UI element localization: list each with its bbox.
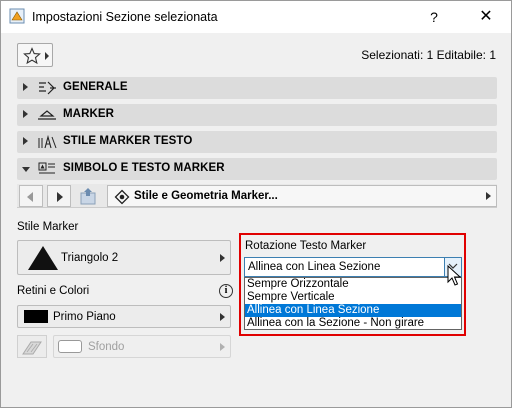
arrow-right-icon (57, 192, 63, 202)
rotation-options-list: Sempre Orizzontale Sempre Verticale Alli… (244, 277, 462, 330)
triangle-marker-icon (28, 246, 58, 270)
rotation-option-orizzontale[interactable]: Sempre Orizzontale (245, 278, 461, 291)
expand-arrow-icon (23, 83, 28, 91)
background-transparency-toggle[interactable] (17, 335, 47, 358)
panel-simbolo-testo-marker[interactable]: SIMBOLO E TESTO MARKER (17, 158, 497, 180)
marker-style-button[interactable]: Triangolo 2 (17, 240, 231, 275)
rotation-heading: Rotazione Testo Marker (245, 240, 367, 252)
panel-label: MARKER (63, 108, 115, 120)
info-icon[interactable]: i (219, 284, 233, 298)
panel-label: GENERALE (63, 81, 128, 93)
mouse-cursor-icon (447, 265, 461, 286)
collapse-arrow-icon (22, 167, 30, 172)
expand-arrow-icon (23, 137, 28, 145)
pens-colors-heading: Retini e Colori (17, 285, 90, 297)
marker-style-heading: Stile Marker (17, 221, 79, 233)
background-pen-button[interactable]: Sfondo (53, 335, 231, 358)
star-icon (23, 47, 41, 65)
general-settings-icon (39, 81, 56, 95)
page-jump-icon (80, 188, 96, 205)
panel-label: STILE MARKER TESTO (63, 135, 193, 147)
next-page-button[interactable] (47, 185, 71, 207)
selection-info: Selezionati: 1 Editabile: 1 (361, 48, 496, 62)
page-navigation-bar: Stile e Geometria Marker... (17, 184, 497, 208)
marker-style-value: Triangolo 2 (61, 252, 119, 264)
favorites-button[interactable] (17, 43, 53, 67)
expand-arrow-icon (23, 110, 28, 118)
close-button[interactable]: ✕ (471, 5, 501, 29)
rotation-combobox[interactable]: Allinea con Linea Sezione (244, 257, 462, 277)
page-selector[interactable]: Stile e Geometria Marker... (107, 185, 497, 207)
dropdown-arrow-icon (220, 313, 225, 321)
marker-icon (38, 110, 56, 120)
foreground-pen-label: Primo Piano (53, 311, 116, 323)
panel-label: SIMBOLO E TESTO MARKER (63, 162, 225, 174)
panel-stile-marker-testo[interactable]: STILE MARKER TESTO (17, 131, 497, 153)
page-selector-label: Stile e Geometria Marker... (134, 190, 278, 202)
page-jump-button[interactable] (77, 186, 101, 206)
symbol-text-icon (38, 162, 55, 174)
text-style-icon (38, 134, 57, 149)
title-bar[interactable]: Impostazioni Sezione selezionata ? ✕ (1, 1, 511, 33)
background-color-swatch (58, 340, 82, 353)
dialog-window: Impostazioni Sezione selezionata ? ✕ Sel… (0, 0, 512, 408)
panel-generale[interactable]: GENERALE (17, 77, 497, 99)
geometry-icon (114, 189, 130, 205)
app-icon (9, 8, 25, 24)
fill-pattern-icon (22, 341, 42, 355)
window-title: Impostazioni Sezione selezionata (32, 10, 218, 24)
panel-marker[interactable]: MARKER (17, 104, 497, 126)
rotation-option-non-girare[interactable]: Allinea con la Sezione - Non girare (245, 317, 461, 330)
rotation-option-verticale[interactable]: Sempre Verticale (245, 291, 461, 304)
foreground-color-swatch (24, 310, 48, 323)
rotation-current-value: Allinea con Linea Sezione (248, 261, 381, 273)
background-pen-label: Sfondo (88, 341, 125, 353)
rotation-option-allinea-linea[interactable]: Allinea con Linea Sezione (245, 304, 461, 317)
dropdown-arrow-icon (220, 343, 225, 351)
help-button[interactable]: ? (419, 5, 449, 29)
previous-page-button[interactable] (19, 185, 43, 207)
dropdown-arrow-icon (220, 254, 225, 262)
dropdown-arrow-icon (486, 192, 491, 200)
arrow-left-icon (27, 192, 33, 202)
foreground-pen-button[interactable]: Primo Piano (17, 305, 231, 328)
favorites-arrow-icon (45, 52, 49, 60)
